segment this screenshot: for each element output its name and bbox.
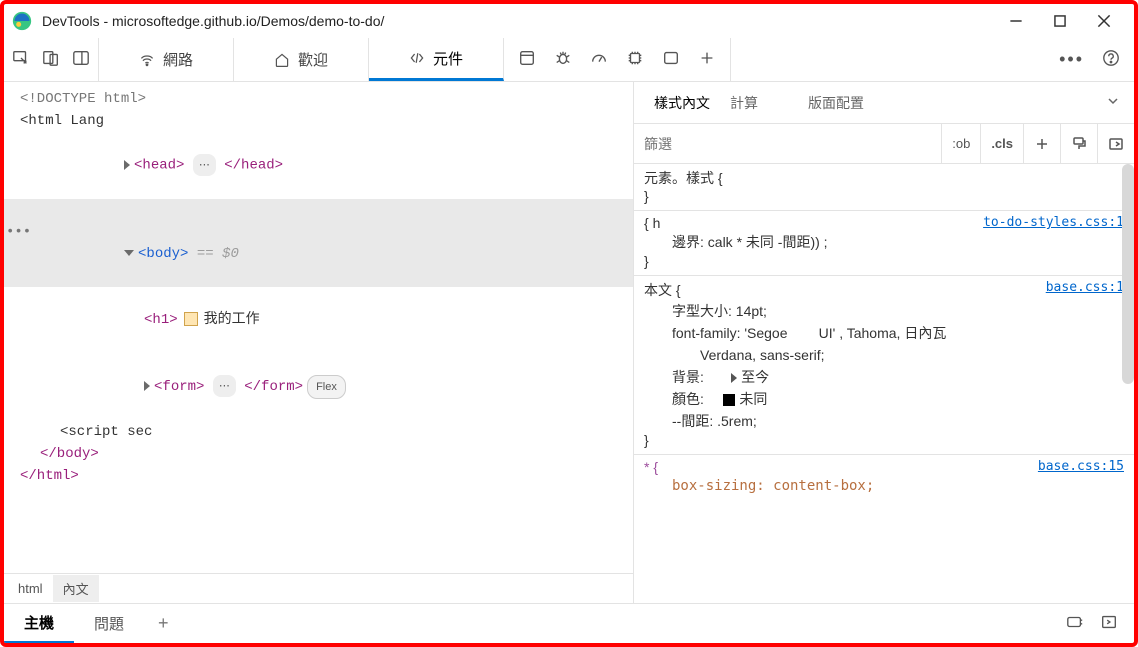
dom-script[interactable]: <script sec bbox=[60, 424, 152, 440]
cls-chip[interactable]: .cls bbox=[980, 124, 1023, 163]
dom-body-open[interactable]: <body> bbox=[138, 246, 188, 262]
ellipsis-pill[interactable]: ⋯ bbox=[213, 375, 236, 397]
css-declaration[interactable]: 字型大小: 14pt; bbox=[644, 300, 1124, 322]
performance-icon[interactable] bbox=[590, 49, 608, 70]
dom-form-close[interactable]: </form> bbox=[244, 379, 303, 395]
dom-head-close[interactable]: </head> bbox=[224, 158, 283, 174]
css-declaration[interactable]: 背景: 至今 bbox=[644, 366, 1124, 388]
dom-h1-open[interactable]: <h1> bbox=[144, 312, 178, 328]
css-declaration[interactable]: 邊界: calk * 未同 -間距)) ; bbox=[644, 231, 1124, 253]
maximize-button[interactable] bbox=[1038, 6, 1082, 36]
dock-side-icon[interactable] bbox=[72, 49, 90, 70]
expand-form-icon[interactable] bbox=[144, 381, 150, 391]
color-swatch[interactable] bbox=[723, 394, 735, 406]
drawer-settings-icon[interactable] bbox=[1066, 613, 1084, 635]
drawer-tab-issues[interactable]: 問題 bbox=[74, 605, 144, 642]
hov-chip[interactable]: :ob bbox=[941, 124, 980, 163]
crumb-body[interactable]: 內文 bbox=[53, 575, 99, 602]
rule-body[interactable]: 本文 { base.css:1 字型大小: 14pt; font-family:… bbox=[634, 276, 1134, 455]
rule-selector: 元素。樣式 { bbox=[644, 168, 723, 188]
styles-rules[interactable]: 元素。樣式 { } { h to-do-styles.css:1 邊界: cal… bbox=[634, 164, 1134, 603]
more-options-icon[interactable]: ••• bbox=[1059, 49, 1084, 70]
expand-head-icon[interactable] bbox=[124, 160, 130, 170]
rule-close: } bbox=[644, 253, 1124, 269]
css-declaration[interactable]: font-family: 'Segoe UI' , Tahoma, 日內瓦 bbox=[644, 322, 1124, 344]
styles-tab-styles[interactable]: 樣式內文 bbox=[644, 93, 720, 113]
window-title: DevTools - microsoftedge.github.io/Demos… bbox=[42, 13, 384, 29]
tab-welcome[interactable]: 歡迎 bbox=[234, 38, 369, 81]
rule-close: } bbox=[644, 432, 1124, 448]
breadcrumb: html 內文 bbox=[4, 573, 633, 603]
main-area: <!DOCTYPE html> <html Lang <head> ⋯ </he… bbox=[4, 82, 1134, 603]
computed-sidebar-icon[interactable] bbox=[1097, 124, 1134, 163]
rule-selector: * { bbox=[644, 459, 658, 475]
scrollbar[interactable] bbox=[1122, 164, 1134, 384]
new-style-rule-icon[interactable] bbox=[1023, 124, 1060, 163]
styles-tab-computed[interactable]: 計算 bbox=[720, 93, 768, 113]
devtools-window: DevTools - microsoftedge.github.io/Demos… bbox=[0, 0, 1138, 647]
paint-icon[interactable] bbox=[1060, 124, 1097, 163]
drawer-tabs: 主機 問題 + bbox=[4, 603, 1134, 643]
styles-filter-row: :ob .cls bbox=[634, 124, 1134, 164]
ellipsis-pill[interactable]: ⋯ bbox=[193, 154, 216, 176]
memory-icon[interactable] bbox=[626, 49, 644, 70]
add-tab-icon[interactable] bbox=[698, 49, 716, 70]
panel-icon[interactable] bbox=[662, 49, 680, 70]
help-icon[interactable] bbox=[1102, 49, 1120, 70]
rule-selector: 本文 { bbox=[644, 280, 681, 300]
flex-badge[interactable]: Flex bbox=[307, 375, 346, 399]
dom-head-open[interactable]: <head> bbox=[134, 158, 184, 174]
styles-tabs: 樣式內文 計算 版面配置 bbox=[634, 82, 1134, 124]
styles-filter-input[interactable] bbox=[634, 124, 941, 163]
tab-network-label: 網路 bbox=[163, 49, 193, 70]
rule-source-link[interactable]: to-do-styles.css:1 bbox=[983, 215, 1124, 231]
rule-element-style[interactable]: 元素。樣式 { } bbox=[634, 164, 1134, 211]
selected-row-dots[interactable]: ••• bbox=[6, 221, 31, 243]
rule-h[interactable]: { h to-do-styles.css:1 邊界: calk * 未同 -間距… bbox=[634, 211, 1134, 276]
application-icon[interactable] bbox=[518, 49, 536, 70]
tab-network[interactable]: 網路 bbox=[99, 38, 234, 81]
dom-doctype[interactable]: <!DOCTYPE html> bbox=[20, 91, 146, 107]
inspect-element-icon[interactable] bbox=[12, 49, 30, 70]
crumb-html[interactable]: html bbox=[8, 577, 53, 600]
dom-body-eq: == $0 bbox=[188, 246, 238, 262]
close-button[interactable] bbox=[1082, 6, 1126, 36]
styles-tab-layout[interactable]: 版面配置 bbox=[798, 93, 874, 113]
tab-elements[interactable]: 元件 bbox=[369, 38, 504, 81]
rule-close: } bbox=[644, 188, 1124, 204]
dom-form-open[interactable]: <form> bbox=[154, 379, 204, 395]
device-toolbar-icon[interactable] bbox=[42, 49, 60, 70]
add-drawer-tab-icon[interactable]: + bbox=[144, 613, 183, 634]
css-declaration[interactable]: --間距: .5rem; bbox=[644, 410, 1124, 432]
collapse-body-icon[interactable] bbox=[124, 250, 134, 256]
chevron-down-icon[interactable] bbox=[1092, 94, 1134, 111]
dom-body-close[interactable]: </body> bbox=[40, 446, 99, 462]
rule-selector: { h bbox=[644, 215, 660, 231]
drawer-collapse-icon[interactable] bbox=[1100, 613, 1118, 635]
edge-devtools-icon bbox=[12, 11, 32, 31]
dom-tree[interactable]: <!DOCTYPE html> <html Lang <head> ⋯ </he… bbox=[4, 82, 633, 573]
drawer-tab-console[interactable]: 主機 bbox=[4, 604, 74, 644]
bug-icon[interactable] bbox=[554, 49, 572, 70]
main-toolbar: 網路 歡迎 元件 ••• bbox=[4, 38, 1134, 82]
tab-welcome-label: 歡迎 bbox=[298, 49, 328, 70]
styles-panel: 樣式內文 計算 版面配置 :ob .cls 元素。樣式 bbox=[634, 82, 1134, 603]
rule-source-link[interactable]: base.css:1 bbox=[1046, 280, 1124, 300]
css-declaration[interactable]: 顏色: 未同 bbox=[644, 388, 1124, 410]
clipboard-icon bbox=[184, 312, 198, 326]
tab-elements-label: 元件 bbox=[433, 48, 463, 69]
dom-html-open[interactable]: <html Lang bbox=[20, 113, 104, 129]
minimize-button[interactable] bbox=[994, 6, 1038, 36]
css-declaration[interactable]: Verdana, sans-serif; bbox=[644, 344, 1124, 366]
dom-html-close[interactable]: </html> bbox=[20, 468, 79, 484]
rule-source-link[interactable]: base.css:15 bbox=[1038, 459, 1124, 475]
expand-icon[interactable] bbox=[731, 373, 737, 383]
elements-panel: <!DOCTYPE html> <html Lang <head> ⋯ </he… bbox=[4, 82, 634, 603]
css-declaration[interactable]: box-sizing: content-box; bbox=[644, 475, 1124, 497]
titlebar: DevTools - microsoftedge.github.io/Demos… bbox=[4, 4, 1134, 38]
rule-universal[interactable]: * { base.css:15 box-sizing: content-box; bbox=[634, 455, 1134, 503]
dom-h1-text[interactable]: 我的工作 bbox=[204, 312, 260, 328]
